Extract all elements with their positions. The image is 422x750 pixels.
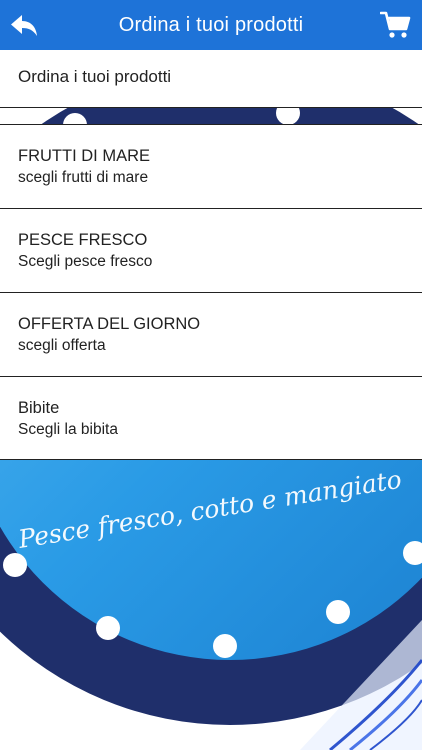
app-header: Ordina i tuoi prodotti [0, 0, 422, 50]
item-subtitle: scegli offerta [18, 337, 106, 354]
item-subtitle: Scegli pesce fresco [18, 253, 153, 270]
shopping-cart-icon [379, 11, 411, 38]
item-title: OFFERTA DEL GIORNO [18, 315, 201, 333]
back-arrow-icon [11, 15, 37, 36]
list-item-frutti-di-mare[interactable]: FRUTTI DI MARE scegli frutti di mare [0, 124, 422, 208]
item-title: FRUTTI DI MARE [18, 147, 150, 165]
page-title: Ordina i tuoi prodotti [118, 13, 304, 36]
item-subtitle: scegli frutti di mare [18, 169, 149, 186]
cart-button[interactable] [379, 9, 412, 41]
list-item-pesce-fresco[interactable]: PESCE FRESCO Scegli pesce fresco [0, 208, 422, 292]
list-item-offerta-del-giorno[interactable]: OFFERTA DEL GIORNO scegli offerta [0, 292, 422, 376]
item-subtitle: Scegli la bibita [18, 421, 118, 438]
category-list: Ordina i tuoi prodotti FRUTTI DI MARE sc… [0, 50, 422, 460]
item-title: Bibite [18, 399, 60, 417]
back-button[interactable] [8, 9, 40, 41]
list-item-bibite[interactable]: Bibite Scegli la bibita [0, 376, 422, 460]
list-section-title: Ordina i tuoi prodotti [0, 50, 422, 108]
item-title: PESCE FRESCO [18, 231, 148, 249]
